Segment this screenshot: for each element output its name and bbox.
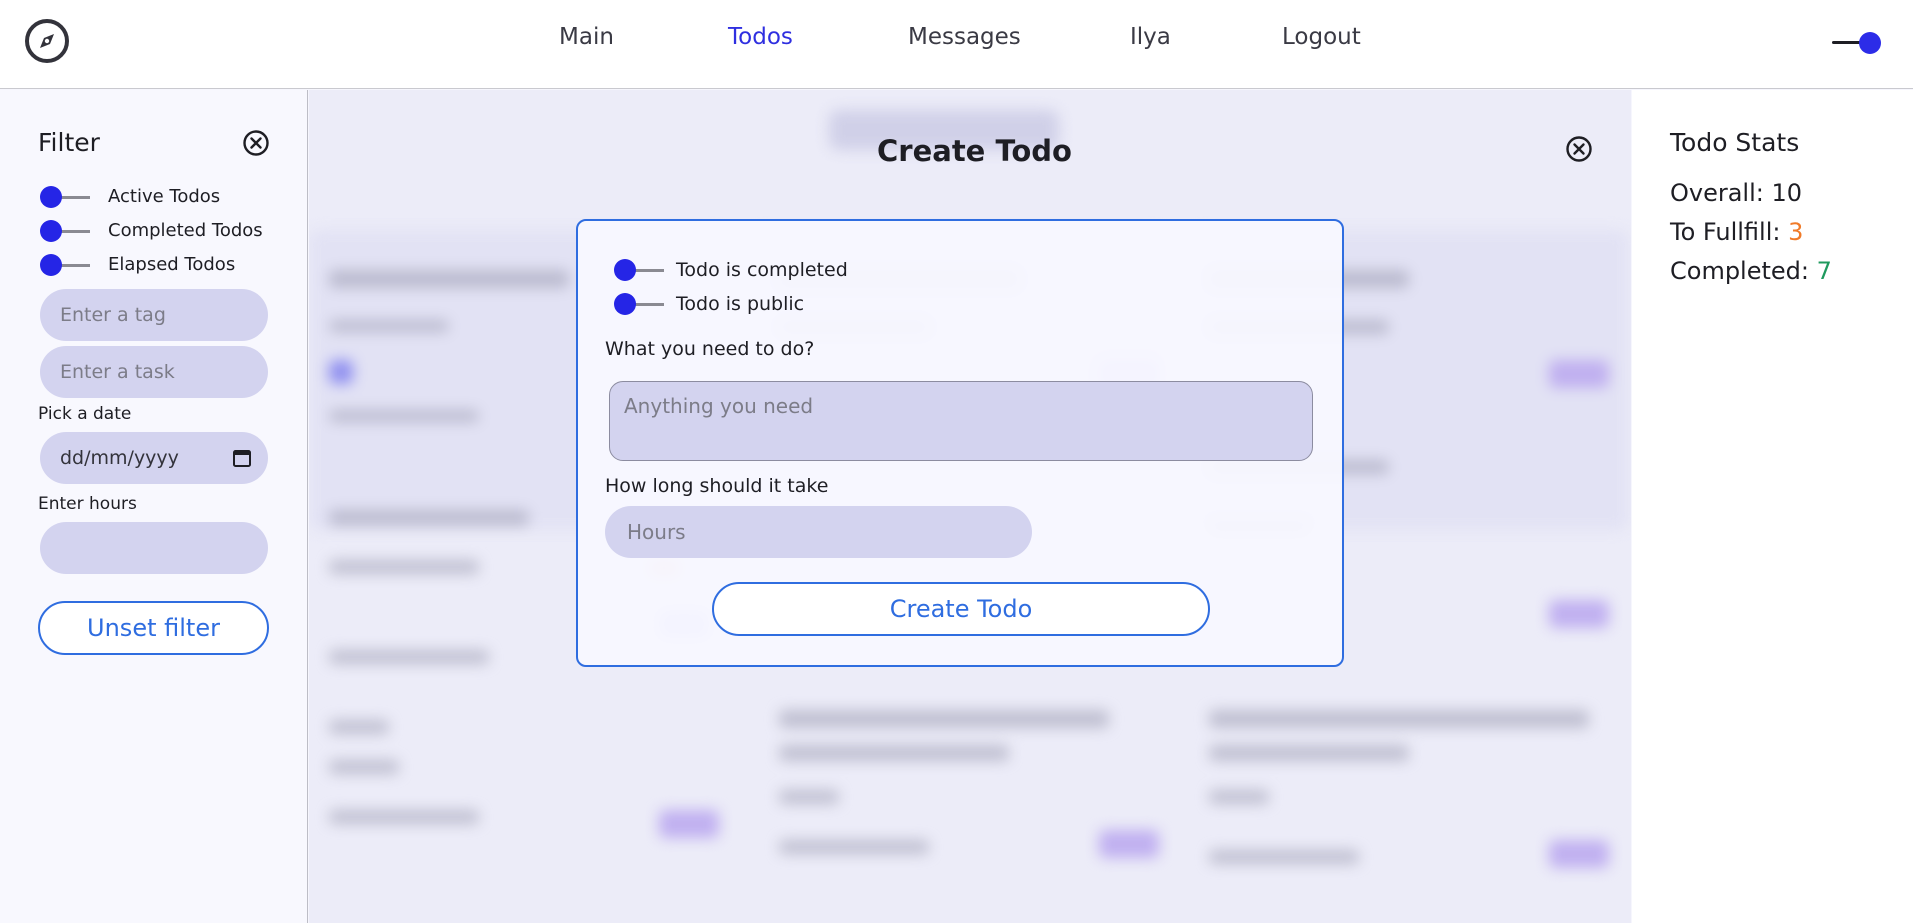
main-nav: Main Todos Messages Ilya Logout [0, 24, 1913, 60]
date-input[interactable]: dd/mm/yyyy [40, 432, 268, 484]
elapsed-todos-label: Elapsed Todos [108, 254, 236, 275]
stat-to-fulfill: To Fullfill: 3 [1670, 218, 1803, 246]
stat-overall: Overall: 10 [1670, 179, 1802, 207]
hours-label: Enter hours [38, 494, 137, 514]
filter-sidebar: Filter Active Todos Completed Todos Elap… [0, 90, 308, 923]
elapsed-todos-toggle[interactable] [38, 254, 92, 276]
nav-item-messages[interactable]: Messages [908, 24, 1021, 50]
create-todo-button[interactable]: Create Todo [712, 582, 1210, 636]
nav-item-logout[interactable]: Logout [1282, 24, 1361, 50]
tag-input-placeholder: Enter a tag [60, 304, 166, 326]
todo-completed-toggle[interactable] [612, 259, 666, 281]
nav-item-profile[interactable]: Ilya [1130, 24, 1171, 50]
completed-toggle-row: Todo is completed [612, 257, 1012, 283]
todo-stats-panel: Todo Stats Overall: 10 To Fullfill: 3 Co… [1632, 90, 1913, 923]
task-input[interactable]: Enter a task [40, 346, 268, 398]
filter-toggle-elapsed: Elapsed Todos [38, 252, 298, 278]
todo-public-toggle[interactable] [612, 293, 666, 315]
stat-overall-value: 10 [1771, 179, 1803, 207]
active-todos-toggle[interactable] [38, 186, 92, 208]
filter-toggle-completed: Completed Todos [38, 218, 298, 244]
modal-title: Create Todo [877, 134, 1072, 168]
theme-toggle-knob [1859, 32, 1881, 54]
unset-filter-button[interactable]: Unset filter [38, 601, 269, 655]
completed-todos-toggle[interactable] [38, 220, 92, 242]
close-icon[interactable] [242, 129, 270, 157]
nav-item-main[interactable]: Main [559, 24, 614, 50]
stat-to-fulfill-value: 3 [1788, 218, 1804, 246]
filter-title: Filter [38, 128, 100, 157]
date-input-value: dd/mm/yyyy [60, 447, 179, 469]
duration-input-placeholder: Hours [627, 520, 686, 544]
task-textarea-placeholder: Anything you need [624, 394, 814, 418]
stat-to-fulfill-label: To Fullfill: [1670, 218, 1781, 246]
calendar-icon[interactable] [232, 448, 252, 468]
stats-title: Todo Stats [1670, 128, 1800, 157]
stat-completed-label: Completed: [1670, 257, 1809, 285]
duration-field-label: How long should it take [605, 475, 829, 497]
public-toggle-row: Todo is public [612, 291, 1012, 317]
completed-todos-label: Completed Todos [108, 220, 263, 241]
task-input-placeholder: Enter a task [60, 361, 175, 383]
stat-overall-label: Overall: [1670, 179, 1764, 207]
todo-completed-label: Todo is completed [676, 259, 848, 281]
nav-item-todos[interactable]: Todos [728, 24, 793, 50]
active-todos-label: Active Todos [108, 186, 221, 207]
stat-completed: Completed: 7 [1670, 257, 1832, 285]
date-label: Pick a date [38, 404, 132, 424]
modal-close-icon[interactable] [1565, 135, 1593, 163]
theme-toggle[interactable] [1830, 30, 1884, 56]
top-navbar: Main Todos Messages Ilya Logout [0, 0, 1913, 89]
task-textarea[interactable]: Anything you need [609, 381, 1313, 461]
duration-input[interactable]: Hours [605, 506, 1032, 558]
filter-toggle-active: Active Todos [38, 184, 298, 210]
stat-completed-value: 7 [1816, 257, 1832, 285]
tag-input[interactable]: Enter a tag [40, 289, 268, 341]
todo-public-label: Todo is public [676, 293, 805, 315]
create-todo-form: Todo is completed Todo is public What yo… [576, 219, 1344, 667]
task-field-label: What you need to do? [605, 338, 815, 360]
hours-input[interactable] [40, 522, 268, 574]
